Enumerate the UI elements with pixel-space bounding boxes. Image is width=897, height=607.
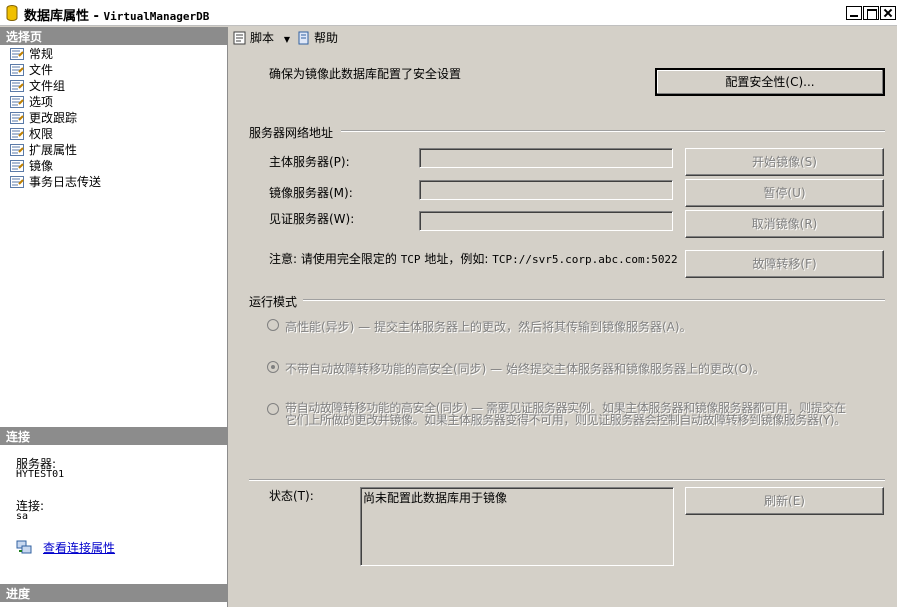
status-box: 尚未配置此数据库用于镜像	[360, 487, 674, 566]
high-performance-option[interactable]: 高性能(异步) — 提交主体服务器上的更改，然后将其传输到镜像服务器(A)。	[267, 318, 692, 335]
radio-button[interactable]	[267, 319, 279, 331]
refresh-button[interactable]: 刷新(E)	[685, 487, 884, 515]
page-icon	[10, 64, 24, 76]
window-title: 数据库属性 - VirtualManagerDB	[24, 9, 210, 24]
database-icon	[6, 5, 18, 21]
chevron-down-icon: ▼	[283, 35, 290, 44]
page-item-permissions[interactable]: 权限	[8, 126, 101, 142]
remove-mirroring-button[interactable]: 取消镜像(R)	[685, 210, 884, 238]
page-item-log-shipping[interactable]: 事务日志传送	[8, 174, 101, 190]
security-instruction: 确保为镜像此数据库配置了安全设置	[269, 67, 462, 81]
connection-value: sa	[16, 511, 29, 522]
page-icon	[10, 176, 24, 188]
page-icon	[10, 112, 24, 124]
page-item-change-tracking[interactable]: 更改跟踪	[8, 110, 101, 126]
help-button[interactable]: 帮助	[297, 30, 338, 46]
page-icon	[10, 128, 24, 140]
page-icon	[10, 144, 24, 156]
high-safety-auto-failover-option[interactable]: 带自动故障转移功能的高安全(同步) — 需要见证服务器实例。如果主体服务器和镜像…	[267, 402, 889, 426]
page-item-general[interactable]: 常规	[8, 46, 101, 62]
operating-mode-group-label: 运行模式	[249, 295, 298, 309]
high-safety-no-failover-option[interactable]: 不带自动故障转移功能的高安全(同步) — 始终提交主体服务器和镜像服务器上的更改…	[267, 360, 765, 377]
connection-header: 连接	[0, 427, 228, 445]
help-icon	[298, 31, 309, 45]
page-item-mirroring[interactable]: 镜像	[8, 158, 101, 174]
maximize-button[interactable]	[863, 6, 879, 20]
page-icon	[10, 80, 24, 92]
close-button[interactable]	[880, 6, 896, 20]
mirror-server-label: 镜像服务器(M):	[269, 186, 353, 200]
page-icon	[10, 48, 24, 60]
radio-button[interactable]	[267, 361, 279, 373]
connection-properties-icon	[16, 540, 32, 554]
witness-server-label: 见证服务器(W):	[269, 212, 355, 226]
status-divider	[249, 479, 885, 481]
page-item-filegroups[interactable]: 文件组	[8, 78, 101, 94]
mirror-server-field[interactable]	[419, 180, 673, 200]
witness-server-field[interactable]	[419, 211, 673, 231]
progress-header: 进度	[0, 584, 228, 602]
start-mirroring-button[interactable]: 开始镜像(S)	[685, 148, 884, 176]
title-bar: 数据库属性 - VirtualManagerDB	[0, 0, 897, 26]
status-value: 尚未配置此数据库用于镜像	[363, 491, 508, 505]
status-label: 状态(T):	[269, 489, 314, 503]
view-connection-properties-link[interactable]: 查看连接属性	[43, 539, 115, 556]
script-button[interactable]: 脚本 ▼	[233, 30, 290, 46]
configure-security-button[interactable]: 配置安全性(C)...	[655, 68, 885, 96]
operating-mode-divider	[303, 299, 885, 301]
server-value: HYTEST01	[16, 469, 65, 480]
principal-server-label: 主体服务器(P):	[269, 155, 350, 169]
page-icon	[10, 160, 24, 172]
right-pane: 脚本 ▼ 帮助 确保为镜像此数据库配置了安全设置 配置安全性(C)... 服务器…	[229, 27, 897, 607]
page-list: 常规 文件 文件组 选项 更改跟踪 权限 扩展属性 镜像 事务日志传送	[8, 46, 101, 190]
select-page-header: 选择页	[0, 27, 228, 45]
script-icon	[233, 31, 246, 45]
page-icon	[10, 96, 24, 108]
principal-server-field[interactable]	[419, 148, 673, 168]
network-group-divider	[341, 130, 885, 132]
left-pane: 选择页 常规 文件 文件组 选项 更改跟踪 权限 扩展属性 镜像 事务日志传送 …	[0, 27, 228, 607]
network-group-label: 服务器网络地址	[249, 126, 334, 140]
network-note: 注意: 请使用完全限定的 TCP 地址，例如: TCP://svr5.corp.…	[269, 252, 678, 266]
pause-button[interactable]: 暂停(U)	[685, 179, 884, 207]
page-item-files[interactable]: 文件	[8, 62, 101, 78]
toolbar: 脚本 ▼ 帮助	[229, 27, 897, 49]
minimize-button[interactable]	[846, 6, 862, 20]
page-item-extended-properties[interactable]: 扩展属性	[8, 142, 101, 158]
page-item-options[interactable]: 选项	[8, 94, 101, 110]
failover-button[interactable]: 故障转移(F)	[685, 250, 884, 278]
radio-button[interactable]	[267, 403, 279, 415]
